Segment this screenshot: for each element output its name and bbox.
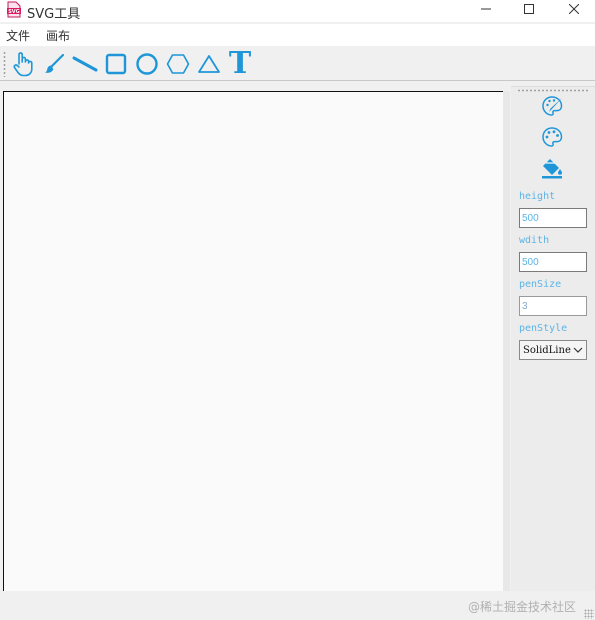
brush-icon — [45, 53, 65, 73]
triangle-tool-button[interactable] — [195, 50, 223, 78]
circle-tool-button[interactable] — [133, 50, 161, 78]
minimize-button[interactable] — [466, 0, 506, 18]
menu-file[interactable]: 文件 — [6, 27, 30, 44]
height-input[interactable] — [519, 208, 587, 228]
maximize-button[interactable] — [509, 0, 549, 18]
drawing-canvas[interactable] — [3, 91, 503, 591]
svg-file-icon: SVG — [7, 1, 21, 18]
text-icon: T — [228, 46, 252, 81]
pen-style-select[interactable]: SolidLine — [519, 340, 587, 360]
line-tool-button[interactable] — [71, 50, 99, 78]
pen-palette-icon — [542, 96, 563, 116]
window-title: SVG工具 — [27, 7, 81, 22]
title-bar: SVG SVG工具 — [0, 0, 595, 22]
text-tool-button[interactable]: T — [226, 46, 254, 81]
svg-text:SVG: SVG — [8, 9, 20, 15]
pen-color-button[interactable] — [540, 94, 564, 118]
menu-bar: 文件 画布 — [0, 24, 595, 46]
panel-grip[interactable] — [517, 89, 589, 92]
hand-pointer-icon — [13, 52, 33, 77]
toolbar: T — [0, 47, 595, 81]
paint-bucket-icon — [542, 159, 562, 179]
menu-canvas[interactable]: 画布 — [46, 27, 70, 44]
palette-icon — [542, 127, 563, 147]
canvas-area — [0, 88, 510, 591]
rectangle-tool-button[interactable] — [102, 50, 130, 78]
circle-icon — [136, 53, 158, 75]
width-label: wdith — [519, 235, 550, 246]
close-icon — [569, 4, 579, 14]
maximize-icon — [524, 4, 534, 14]
hexagon-tool-button[interactable] — [164, 50, 192, 78]
height-label: height — [519, 191, 556, 202]
brush-tool-button[interactable] — [40, 50, 68, 78]
width-input[interactable] — [519, 252, 587, 272]
toolbar-grip[interactable] — [3, 51, 6, 77]
pen-size-input[interactable] — [519, 296, 587, 316]
rectangle-icon — [105, 53, 127, 75]
fill-color-button[interactable] — [540, 125, 564, 149]
paint-bucket-button[interactable] — [540, 156, 564, 180]
canvas-scroll-gutter — [503, 91, 510, 591]
minimize-icon — [481, 8, 491, 10]
property-panel: height wdith penSize penStyle SolidLine — [511, 86, 595, 591]
resize-grip[interactable] — [584, 609, 594, 619]
hand-tool-button[interactable] — [9, 50, 37, 78]
pen-size-label: penSize — [519, 279, 562, 290]
close-button[interactable] — [554, 0, 594, 18]
triangle-icon — [198, 55, 220, 73]
line-icon — [72, 56, 98, 72]
hexagon-icon — [166, 54, 190, 74]
chevron-down-icon — [573, 347, 583, 353]
pen-style-value: SolidLine — [523, 344, 571, 356]
watermark: @稀土掘金技术社区 — [468, 600, 577, 614]
pen-style-label: penStyle — [519, 323, 568, 334]
